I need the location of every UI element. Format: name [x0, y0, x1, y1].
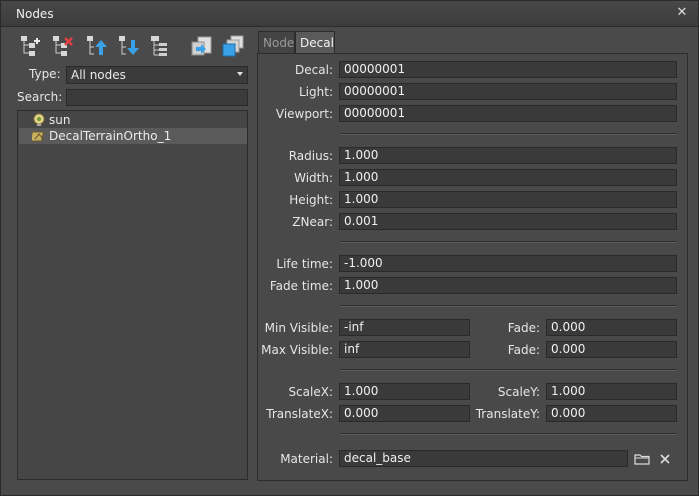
- lifetime-label: Life time:: [276, 257, 333, 271]
- translatex-label: TranslateX:: [266, 407, 333, 421]
- scaley-field[interactable]: 1.000: [546, 383, 677, 400]
- max-fade-field[interactable]: 0.000: [546, 341, 677, 358]
- znear-label: ZNear:: [292, 215, 333, 229]
- separator: [341, 305, 677, 307]
- clone-icon[interactable]: [219, 32, 247, 60]
- min-visible-field[interactable]: -inf: [339, 319, 470, 336]
- fadetime-field[interactable]: 1.000: [339, 277, 677, 294]
- search-input[interactable]: [66, 89, 248, 106]
- translatex-field[interactable]: 0.000: [339, 405, 470, 422]
- separator: [341, 241, 677, 243]
- search-label: Search:: [17, 90, 63, 104]
- tree-item-label: DecalTerrainOrtho_1: [49, 129, 172, 143]
- node-toolbar: [17, 32, 251, 62]
- material-field[interactable]: decal_base: [339, 450, 628, 467]
- light-mask-label: Light:: [299, 85, 333, 99]
- min-fade-label: Fade:: [507, 321, 540, 335]
- move-down-icon[interactable]: [115, 32, 143, 60]
- node-remove-icon[interactable]: [49, 32, 77, 60]
- translatey-label: TranslateY:: [475, 407, 540, 421]
- radius-label: Radius:: [288, 149, 333, 163]
- chevron-down-icon: [237, 72, 243, 76]
- nodes-window: Nodes ✕ Type: All nodes Search: sun Deca…: [0, 0, 699, 496]
- title-bar[interactable]: Nodes ✕: [1, 1, 698, 27]
- viewport-mask-field[interactable]: 00000001: [339, 105, 677, 122]
- folder-icon[interactable]: [633, 450, 651, 468]
- width-field[interactable]: 1.000: [339, 169, 677, 186]
- fadetime-label: Fade time:: [269, 279, 333, 293]
- viewport-mask-label: Viewport:: [275, 107, 333, 121]
- window-title: Nodes: [16, 7, 54, 21]
- max-fade-label: Fade:: [507, 343, 540, 357]
- decal-mask-label: Decal:: [295, 63, 333, 77]
- radius-field[interactable]: 1.000: [339, 147, 677, 164]
- scalex-field[interactable]: 1.000: [339, 383, 470, 400]
- close-icon[interactable]: ✕: [674, 5, 690, 21]
- type-select-value: All nodes: [71, 68, 126, 82]
- tab-node[interactable]: Node: [258, 31, 295, 53]
- scaley-label: ScaleY:: [497, 385, 540, 399]
- node-add-icon[interactable]: [17, 32, 45, 60]
- decal-icon: [29, 129, 46, 143]
- scalex-label: ScaleX:: [288, 385, 333, 399]
- material-label: Material:: [280, 452, 333, 466]
- light-bulb-icon: [32, 113, 46, 127]
- znear-field[interactable]: 0.001: [339, 213, 677, 230]
- max-visible-field[interactable]: inf: [339, 341, 470, 358]
- translatey-field[interactable]: 0.000: [546, 405, 677, 422]
- move-up-icon[interactable]: [83, 32, 111, 60]
- height-field[interactable]: 1.000: [339, 191, 677, 208]
- width-label: Width:: [294, 171, 333, 185]
- type-select[interactable]: All nodes: [66, 66, 248, 84]
- tree-view-icon[interactable]: [147, 32, 175, 60]
- min-fade-field[interactable]: 0.000: [546, 319, 677, 336]
- separator: [341, 369, 677, 371]
- separator: [341, 133, 677, 135]
- tree-item-decal-terrain[interactable]: DecalTerrainOrtho_1: [19, 128, 247, 144]
- tree-item-sun[interactable]: sun: [19, 112, 247, 128]
- type-label: Type:: [29, 67, 61, 81]
- max-visible-label: Max Visible:: [261, 343, 333, 357]
- import-icon[interactable]: [187, 32, 215, 60]
- node-tree[interactable]: sun DecalTerrainOrtho_1: [17, 110, 248, 480]
- tree-item-label: sun: [49, 113, 71, 127]
- clear-icon[interactable]: [656, 450, 674, 468]
- min-visible-label: Min Visible:: [264, 321, 333, 335]
- light-mask-field[interactable]: 00000001: [339, 83, 677, 100]
- lifetime-field[interactable]: -1.000: [339, 255, 677, 272]
- tab-decal[interactable]: Decal: [295, 31, 335, 53]
- decal-mask-field[interactable]: 00000001: [339, 61, 677, 78]
- separator: [341, 433, 677, 435]
- height-label: Height:: [289, 193, 333, 207]
